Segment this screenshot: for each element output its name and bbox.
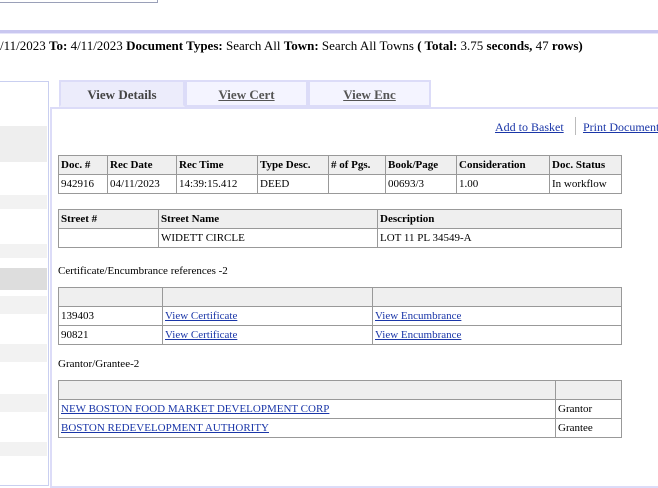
col-rec-time: Rec Time (176, 155, 258, 175)
table-row: 942916 04/11/2023 14:39:15.412 DEED 0069… (58, 174, 622, 194)
seconds-label: seconds, (486, 38, 533, 53)
view-encumbrance-link[interactable]: View Encumbrance (375, 310, 461, 322)
grantor-grantee-label: Grantor/Grantee-2 (58, 358, 140, 370)
doctype-value: Search All (225, 38, 281, 53)
party-role: Grantee (555, 418, 622, 438)
top-input-box[interactable] (0, 0, 158, 3)
col-street-name: Street Name (158, 209, 378, 229)
result-row[interactable] (0, 394, 47, 412)
results-list-panel (0, 81, 49, 486)
table-row: 139403 View Certificate View Encumbrance (58, 306, 622, 326)
col-rec-date: Rec Date (107, 155, 177, 175)
result-row[interactable] (0, 126, 47, 162)
col-consideration: Consideration (456, 155, 550, 175)
table-header-row (58, 287, 622, 307)
from-date: /11/2023 (0, 38, 46, 53)
col-street-number: Street # (58, 209, 159, 229)
cert-refs-label: Certificate/Encumbrance references -2 (58, 265, 228, 277)
view-certificate-link[interactable]: View Certificate (165, 329, 237, 341)
rows-value: 47 (535, 38, 549, 53)
col-num-pages: # of Pgs. (328, 155, 386, 175)
cert-refs-table: 139403 View Certificate View Encumbrance… (58, 287, 622, 345)
top-rule (0, 30, 658, 34)
table-row: BOSTON REDEVELOPMENT AUTHORITY Grantee (58, 418, 622, 438)
tab-view-details[interactable]: View Details (59, 80, 185, 107)
col-book-page: Book/Page (385, 155, 457, 175)
table-header-row (58, 380, 622, 400)
result-row[interactable] (0, 344, 47, 362)
action-separator (575, 117, 576, 135)
table-row: WIDETT CIRCLE LOT 11 PL 34549-A (58, 228, 622, 248)
table-header-row: Street # Street Name Description (58, 209, 622, 229)
rows-label: rows) (551, 38, 583, 53)
party-name-link[interactable]: NEW BOSTON FOOD MARKET DEVELOPMENT CORP (61, 403, 329, 415)
table-row: 90821 View Certificate View Encumbrance (58, 325, 622, 345)
add-to-basket-link[interactable]: Add to Basket (495, 120, 564, 134)
doctype-label: Document Types: (126, 38, 223, 53)
view-encumbrance-link[interactable]: View Encumbrance (375, 329, 461, 341)
col-description: Description (377, 209, 622, 229)
result-row[interactable] (0, 442, 47, 456)
result-row[interactable] (0, 244, 47, 258)
table-header-row: Doc. # Rec Date Rec Time Type Desc. # of… (58, 155, 622, 175)
grantor-table: NEW BOSTON FOOD MARKET DEVELOPMENT CORP … (58, 380, 622, 438)
add-to-basket-link-wrap: Add to Basket (495, 120, 564, 135)
tab-view-cert[interactable]: View Cert (185, 80, 308, 107)
table-row: NEW BOSTON FOOD MARKET DEVELOPMENT CORP … (58, 399, 622, 419)
to-date: 4/11/2023 (70, 38, 123, 53)
town-value: Search All Towns (321, 38, 414, 53)
col-doc-status: Doc. Status (549, 155, 622, 175)
to-label: To: (49, 38, 68, 53)
party-role: Grantor (555, 399, 622, 419)
street-table: Street # Street Name Description WIDETT … (58, 209, 622, 248)
tab-view-enc[interactable]: View Enc (308, 80, 431, 107)
print-document-link[interactable]: Print Document (583, 120, 658, 134)
view-certificate-link[interactable]: View Certificate (165, 310, 237, 322)
document-table: Doc. # Rec Date Rec Time Type Desc. # of… (58, 155, 622, 194)
print-document-link-wrap: Print Document (583, 120, 658, 135)
search-summary: /11/2023 To: 4/11/2023 Document Types: S… (0, 38, 658, 54)
col-type-desc: Type Desc. (257, 155, 329, 175)
party-name-link[interactable]: BOSTON REDEVELOPMENT AUTHORITY (61, 422, 269, 434)
seconds-value: 3.75 (460, 38, 484, 53)
town-label: Town: (283, 38, 319, 53)
result-row[interactable] (0, 195, 47, 209)
result-row-selected[interactable] (0, 268, 47, 290)
col-doc-number: Doc. # (58, 155, 108, 175)
total-label: ( Total: (417, 38, 458, 53)
result-row[interactable] (0, 296, 47, 314)
